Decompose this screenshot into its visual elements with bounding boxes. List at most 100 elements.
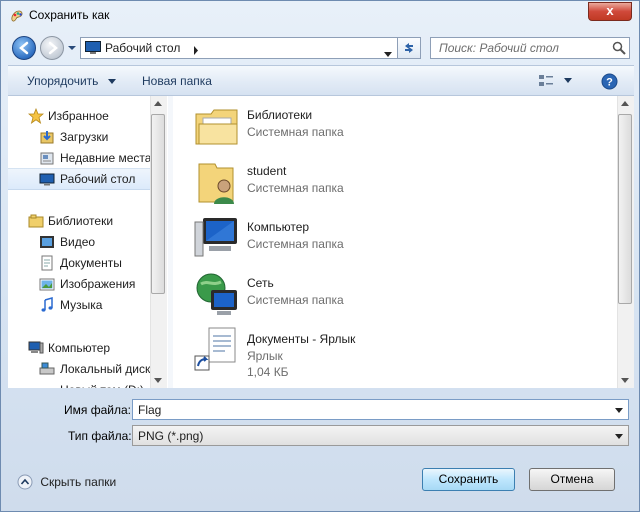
filetype-label: Тип файла: bbox=[68, 429, 132, 443]
sidebar-item-recent[interactable]: Недавние места bbox=[8, 148, 158, 168]
drive-icon bbox=[39, 362, 55, 375]
sidebar-item-label: Недавние места bbox=[60, 151, 152, 165]
sidebar-item-desktop[interactable]: Рабочий стол bbox=[8, 168, 158, 190]
sidebar-item-music[interactable]: Музыка bbox=[8, 295, 158, 315]
chevron-down-icon[interactable] bbox=[615, 434, 623, 439]
desktop-icon bbox=[85, 41, 101, 54]
star-icon bbox=[28, 108, 44, 124]
recent-pages-dropdown[interactable] bbox=[67, 43, 77, 53]
list-item[interactable]: Библиотеки Системная папка bbox=[185, 96, 605, 150]
libraries-folder-icon bbox=[195, 109, 238, 145]
search-icon bbox=[612, 41, 626, 55]
pictures-icon bbox=[39, 278, 55, 291]
save-as-dialog: Сохранить как x Рабочий стол Поиск: Рабо… bbox=[0, 0, 640, 512]
file-type: Системная папка bbox=[247, 125, 344, 139]
browser-area: Избранное Загрузки Недавние места Рабочи… bbox=[8, 96, 634, 388]
sidebar-item-computer[interactable]: Компьютер bbox=[8, 338, 158, 358]
chevron-down-icon[interactable] bbox=[615, 408, 623, 413]
chevron-down-icon[interactable] bbox=[384, 46, 392, 60]
sidebar-item-label: Рабочий стол bbox=[60, 172, 136, 186]
file-type: Системная папка bbox=[247, 181, 344, 195]
cancel-button[interactable]: Отмена bbox=[529, 468, 615, 491]
sidebar-item-label: Видео bbox=[60, 235, 96, 249]
file-name: Библиотеки bbox=[247, 108, 313, 122]
sidebar-item-label: Изображения bbox=[60, 277, 136, 291]
sidebar-group-label: Библиотеки bbox=[48, 214, 114, 228]
list-item[interactable]: Документы - Ярлык Ярлык 1,04 КБ bbox=[185, 320, 605, 379]
filetype-value: PNG (*.png) bbox=[138, 429, 204, 443]
sidebar-item-libraries[interactable]: Библиотеки bbox=[8, 211, 158, 231]
documents-icon bbox=[41, 255, 53, 271]
refresh-icon bbox=[405, 43, 413, 53]
file-name: Документы - Ярлык bbox=[247, 332, 356, 346]
navigation-pane: Избранное Загрузки Недавние места Рабочи… bbox=[8, 96, 168, 388]
refresh-button[interactable] bbox=[398, 37, 421, 59]
computer-icon bbox=[194, 218, 237, 257]
window-title: Сохранить как bbox=[29, 8, 110, 22]
file-name: Сеть bbox=[247, 276, 274, 290]
close-icon: x bbox=[606, 3, 614, 18]
organize-button[interactable]: Упорядочить bbox=[27, 74, 116, 88]
network-icon bbox=[196, 273, 237, 315]
scroll-up-icon[interactable] bbox=[621, 101, 629, 106]
chevron-down-icon[interactable] bbox=[564, 78, 572, 83]
sidebar-item-label: Загрузки bbox=[60, 130, 109, 144]
address-location[interactable]: Рабочий стол bbox=[105, 41, 180, 55]
arrow-right-icon bbox=[48, 41, 58, 55]
libraries-icon bbox=[28, 214, 44, 228]
sidebar-item-favorites[interactable]: Избранное bbox=[8, 106, 158, 126]
filename-label: Имя файла: bbox=[64, 403, 131, 417]
sidebar-item-video[interactable]: Видео bbox=[8, 232, 158, 252]
save-button[interactable]: Сохранить bbox=[422, 468, 515, 491]
video-icon bbox=[40, 236, 54, 248]
file-size: 1,04 КБ bbox=[247, 365, 289, 379]
sidebar-item-label: Документы bbox=[60, 256, 122, 270]
list-item[interactable]: Сеть Системная папка bbox=[185, 264, 605, 318]
recent-places-icon bbox=[40, 152, 54, 165]
forward-button[interactable] bbox=[40, 36, 64, 60]
filetype-select[interactable]: PNG (*.png) bbox=[132, 425, 629, 446]
downloads-icon bbox=[40, 131, 54, 144]
desktop-icon bbox=[39, 173, 55, 186]
back-button[interactable] bbox=[12, 36, 36, 60]
computer-icon bbox=[28, 341, 44, 354]
hide-folders-label: Скрыть папки bbox=[40, 475, 117, 489]
list-item[interactable]: student Системная папка bbox=[185, 152, 605, 206]
paint-app-icon bbox=[11, 10, 23, 22]
sidebar-item-label: Музыка bbox=[60, 298, 103, 312]
file-list-scroll-thumb[interactable] bbox=[618, 114, 632, 304]
chevron-down-icon bbox=[107, 79, 116, 85]
shortcut-icon bbox=[194, 327, 236, 371]
scroll-down-icon[interactable] bbox=[621, 378, 629, 383]
file-name: Компьютер bbox=[247, 220, 310, 234]
sidebar-item-volume-d[interactable]: Новый том (D:) bbox=[8, 380, 158, 388]
view-options-icon[interactable] bbox=[538, 73, 554, 89]
new-folder-button[interactable]: Новая папка bbox=[142, 74, 212, 88]
chevron-up-icon bbox=[17, 474, 33, 490]
title-bar: Сохранить как x bbox=[1, 1, 640, 31]
hide-folders-toggle[interactable]: Скрыть папки bbox=[17, 474, 116, 490]
file-list: Библиотеки Системная папка student Систе… bbox=[173, 96, 617, 388]
sidebar-group-label: Компьютер bbox=[48, 341, 111, 355]
sidebar-item-local-disk[interactable]: Локальный диск bbox=[8, 359, 158, 379]
address-bar[interactable]: Рабочий стол bbox=[80, 37, 398, 59]
toolbar: Упорядочить Новая папка ? bbox=[8, 65, 634, 96]
sidebar-scroll-thumb[interactable] bbox=[151, 114, 165, 294]
scroll-up-icon[interactable] bbox=[154, 101, 162, 106]
chevron-right-icon[interactable] bbox=[193, 44, 199, 58]
filename-input[interactable]: Flag bbox=[132, 399, 629, 420]
file-type: Системная папка bbox=[247, 237, 344, 251]
arrow-left-icon bbox=[19, 41, 29, 55]
sidebar-item-downloads[interactable]: Загрузки bbox=[8, 127, 158, 147]
sidebar-group-label: Избранное bbox=[48, 109, 109, 123]
sidebar-item-label: Локальный диск bbox=[60, 362, 151, 376]
sidebar-item-documents[interactable]: Документы bbox=[8, 253, 158, 273]
file-type: Системная папка bbox=[247, 293, 344, 307]
list-item[interactable]: Компьютер Системная папка bbox=[185, 208, 605, 262]
sidebar-item-pictures[interactable]: Изображения bbox=[8, 274, 158, 294]
user-folder-icon bbox=[198, 163, 234, 204]
search-input[interactable]: Поиск: Рабочий стол bbox=[430, 37, 630, 59]
close-button[interactable]: x bbox=[588, 2, 632, 21]
help-icon[interactable]: ? bbox=[601, 73, 618, 90]
scroll-down-icon[interactable] bbox=[154, 378, 162, 383]
